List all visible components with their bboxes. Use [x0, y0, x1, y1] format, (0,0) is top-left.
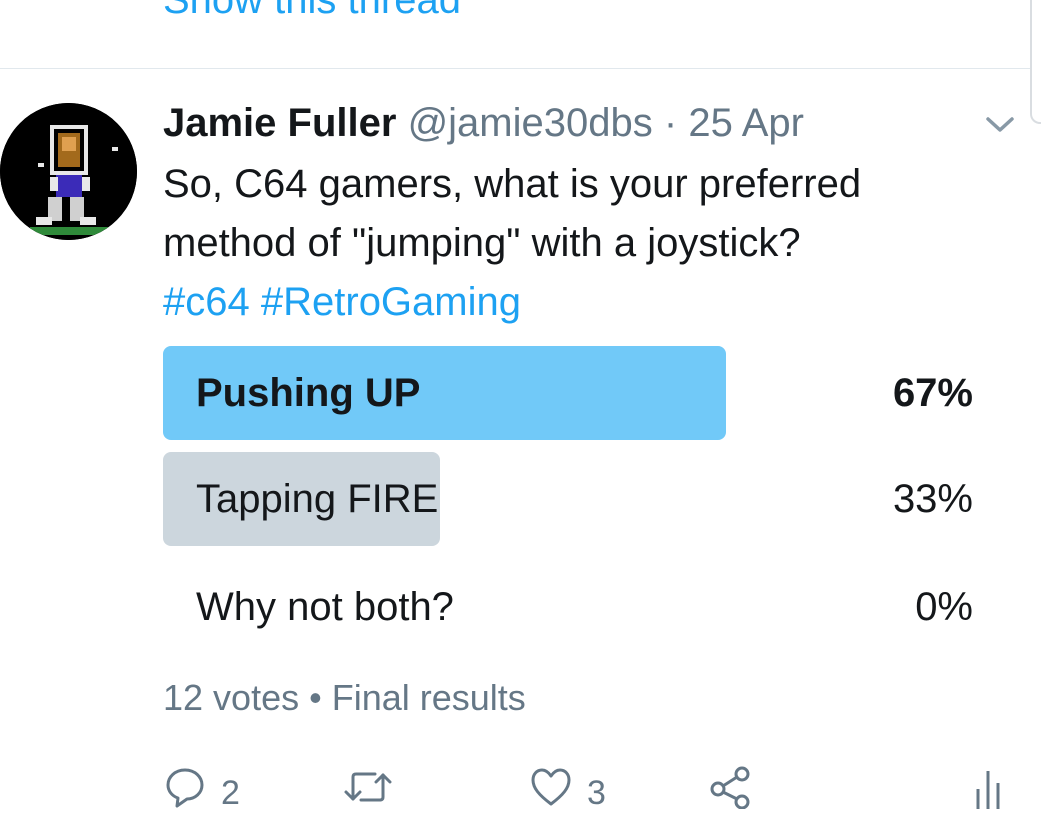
tweet-header: Jamie Fuller @jamie30dbs · 25 Apr: [163, 98, 804, 148]
tweet-actions: 2 3: [0, 765, 1041, 825]
retweet-icon: [344, 772, 392, 802]
author-name[interactable]: Jamie Fuller: [163, 101, 396, 145]
hashtag-line: #c64 #RetroGaming: [163, 273, 1003, 332]
analytics-button[interactable]: [968, 765, 1008, 825]
show-thread-link[interactable]: Show this thread: [163, 0, 461, 22]
header-separator: ·: [663, 101, 678, 145]
poll-option-percent: 67%: [892, 371, 973, 415]
avatar[interactable]: [0, 103, 137, 240]
like-button[interactable]: 3: [529, 765, 606, 825]
poll-option: Why not both? 0%: [163, 560, 973, 654]
reply-icon: [166, 768, 204, 808]
like-icon: [531, 768, 571, 806]
poll-votes: 12 votes: [163, 677, 300, 718]
reply-count: 2: [221, 774, 240, 812]
retweet-button[interactable]: [343, 765, 393, 825]
poll-option-label: Tapping FIRE: [196, 477, 439, 521]
poll-option: Tapping FIRE 33%: [163, 452, 973, 546]
share-icon: [710, 766, 750, 809]
analytics-icon: [976, 771, 1000, 809]
tweet-divider: [0, 68, 1030, 69]
poll-meta: 12 votes • Final results: [163, 676, 526, 720]
poll-option-label: Why not both?: [196, 585, 454, 629]
poll-option-label: Pushing UP: [196, 371, 421, 415]
poll-option-percent: 33%: [892, 477, 973, 521]
avatar-image: [0, 103, 137, 240]
poll-option: Pushing UP 67%: [163, 346, 973, 440]
tweet-text-line: method of "jumping" with a joystick?: [163, 221, 801, 265]
tweet-text-line: So, C64 gamers, what is your preferred: [163, 162, 862, 206]
like-count: 3: [587, 774, 606, 812]
chevron-down-icon[interactable]: [982, 110, 1018, 138]
hashtag-c64[interactable]: #c64: [163, 280, 250, 324]
share-button[interactable]: [708, 765, 752, 825]
author-handle[interactable]: @jamie30dbs: [408, 101, 653, 145]
scroll-edge: [1030, 0, 1041, 124]
poll-status: Final results: [331, 677, 526, 718]
tweet-text: So, C64 gamers, what is your preferred m…: [163, 155, 1003, 332]
reply-button[interactable]: 2: [163, 765, 240, 825]
poll-meta-bullet: •: [309, 677, 322, 718]
poll-option-percent: 0%: [915, 585, 973, 629]
hashtag-retrogaming[interactable]: #RetroGaming: [261, 280, 521, 324]
tweet-date[interactable]: 25 Apr: [688, 101, 804, 145]
